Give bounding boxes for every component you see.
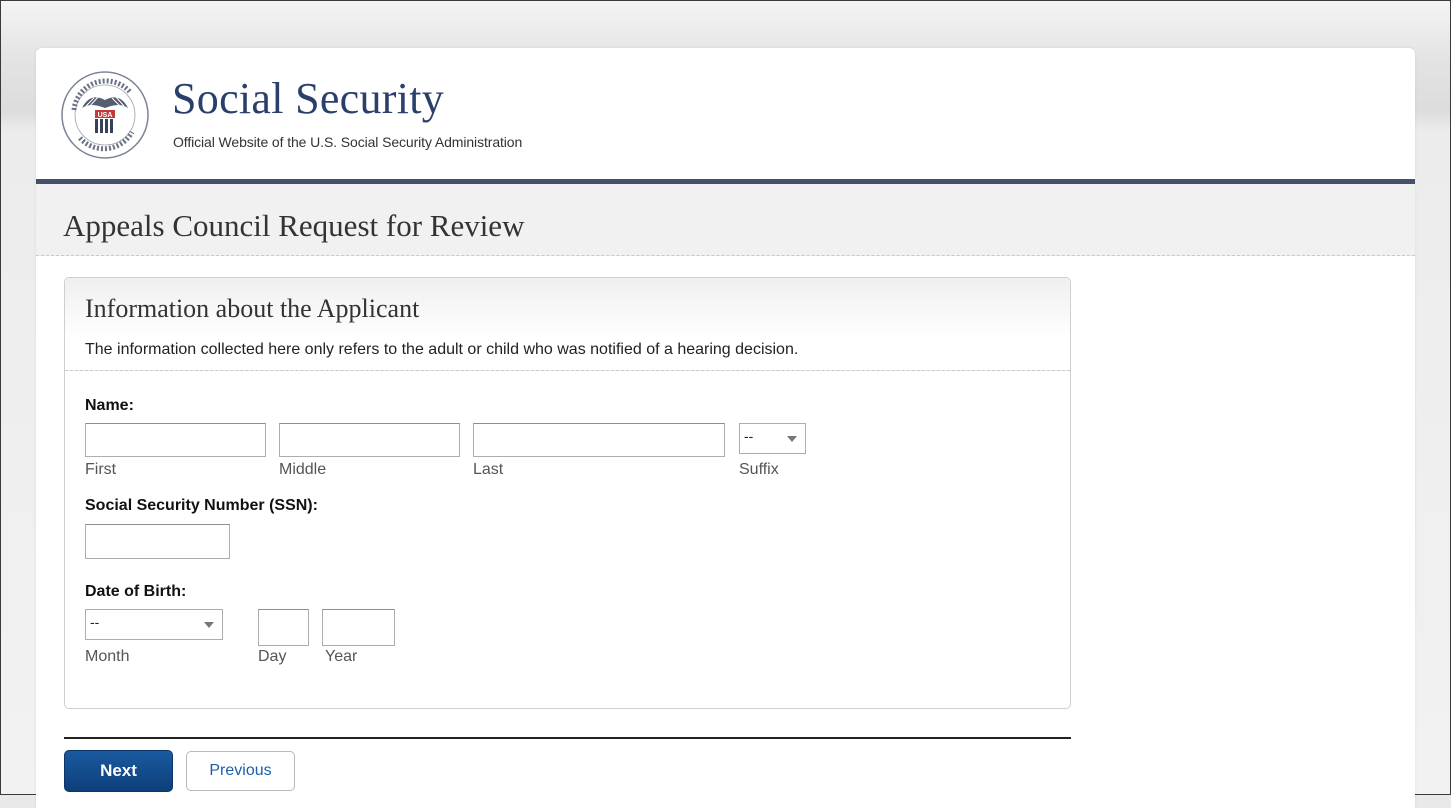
dob-day-input[interactable] bbox=[258, 609, 309, 646]
name-label: Name: bbox=[85, 397, 134, 414]
ssn-input[interactable] bbox=[85, 524, 230, 559]
first-name-label: First bbox=[85, 461, 117, 478]
form-footer-divider bbox=[64, 737, 1071, 739]
page-card: USA Social Security Official Website of … bbox=[36, 48, 1415, 808]
month-label: Month bbox=[85, 648, 130, 665]
brand-name[interactable]: Social Security bbox=[172, 74, 444, 124]
page-title: Appeals Council Request for Review bbox=[63, 208, 525, 243]
chevron-down-icon bbox=[196, 610, 222, 639]
first-name-input[interactable] bbox=[85, 423, 266, 457]
chevron-down-icon bbox=[779, 424, 805, 453]
brand-tagline: Official Website of the U.S. Social Secu… bbox=[173, 134, 523, 150]
year-label: Year bbox=[325, 648, 358, 665]
suffix-select[interactable]: -- bbox=[739, 423, 806, 454]
section-subtitle: The information collected here only refe… bbox=[85, 341, 799, 358]
site-header: USA Social Security Official Website of … bbox=[36, 48, 1415, 179]
suffix-label: Suffix bbox=[739, 461, 779, 478]
next-button[interactable]: Next bbox=[64, 750, 173, 792]
ssa-seal-icon[interactable]: USA bbox=[60, 70, 150, 160]
section-title: Information about the Applicant bbox=[85, 294, 420, 323]
month-selected-value: -- bbox=[90, 614, 100, 630]
last-name-label: Last bbox=[473, 461, 504, 478]
suffix-selected-value: -- bbox=[744, 428, 754, 444]
panel-header: Information about the Applicant The info… bbox=[65, 278, 1070, 371]
middle-name-input[interactable] bbox=[279, 423, 460, 457]
dob-year-input[interactable] bbox=[322, 609, 395, 646]
day-label: Day bbox=[258, 648, 287, 665]
svg-text:USA: USA bbox=[98, 112, 113, 119]
middle-name-label: Middle bbox=[279, 461, 327, 478]
previous-button[interactable]: Previous bbox=[186, 751, 295, 791]
last-name-input[interactable] bbox=[473, 423, 725, 457]
dob-label: Date of Birth: bbox=[85, 583, 187, 600]
page-title-band: Appeals Council Request for Review bbox=[36, 184, 1415, 256]
applicant-info-panel: Information about the Applicant The info… bbox=[64, 277, 1071, 709]
ssn-label: Social Security Number (SSN): bbox=[85, 497, 318, 514]
dob-month-select[interactable]: -- bbox=[85, 609, 223, 640]
